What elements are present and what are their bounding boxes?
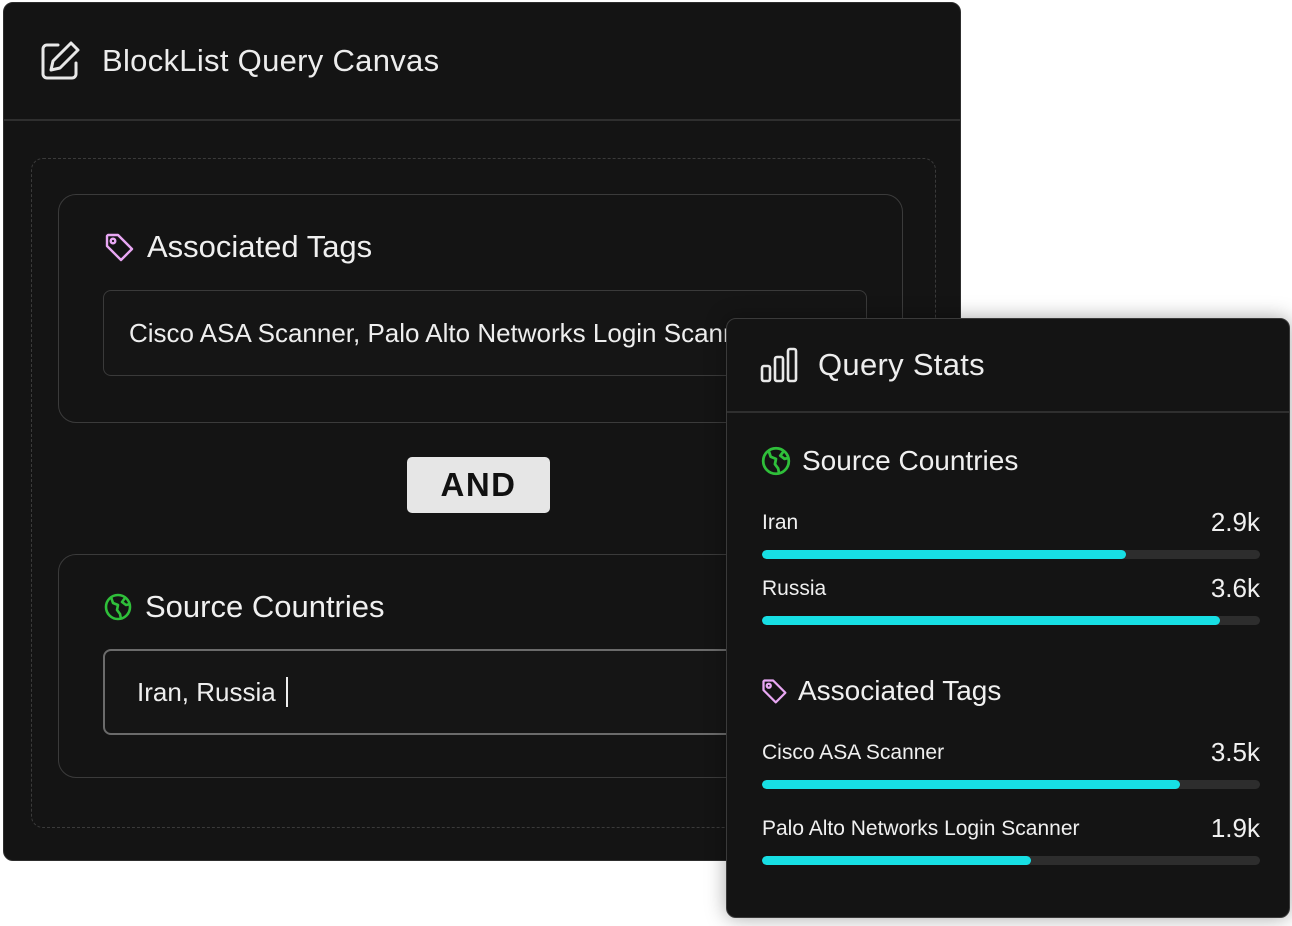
- stat-value: 1.9k: [1210, 813, 1260, 843]
- and-operator-badge[interactable]: AND: [407, 457, 550, 513]
- stat-label: Iran: [762, 511, 799, 534]
- stat-bar-track: [762, 856, 1260, 865]
- stat-label: Palo Alto Networks Login Scanner: [762, 817, 1080, 840]
- stat-bar-fill: [762, 550, 1126, 559]
- stat-label: Cisco ASA Scanner: [762, 741, 945, 764]
- stat-bar-track: [762, 550, 1260, 559]
- canvas-title: BlockList Query Canvas: [102, 43, 440, 78]
- stat-bar-track: [762, 780, 1260, 789]
- stat-bar-fill: [762, 856, 1031, 865]
- tags-group-label: Associated Tags: [147, 229, 373, 264]
- tag-icon: [103, 231, 135, 263]
- globe-icon: [760, 445, 792, 477]
- stat-label: Russia: [762, 577, 827, 600]
- query-stats-panel: Query Stats Source Countries Iran 2.9k R…: [726, 318, 1290, 918]
- globe-icon: [103, 592, 133, 622]
- stats-countries-title: Source Countries: [760, 445, 1018, 477]
- stats-tags-title: Associated Tags: [760, 675, 1001, 707]
- tag-icon: [760, 677, 788, 705]
- canvas-header: BlockList Query Canvas: [4, 3, 960, 121]
- countries-group-label: Source Countries: [145, 589, 385, 624]
- countries-group-title: Source Countries: [103, 589, 385, 625]
- text-caret: [285, 677, 288, 707]
- stats-tags-label: Associated Tags: [798, 675, 1002, 706]
- stat-value: 3.5k: [1210, 737, 1260, 767]
- stat-bar-fill: [762, 780, 1181, 789]
- edit-icon[interactable]: [38, 39, 82, 83]
- tags-input-value: Cisco ASA Scanner, Palo Alto Networks Lo…: [129, 317, 761, 348]
- stats-countries-label: Source Countries: [802, 445, 1019, 476]
- stat-bar-fill: [762, 616, 1221, 625]
- stat-value: 2.9k: [1210, 507, 1260, 537]
- tags-group-title: Associated Tags: [103, 229, 372, 265]
- stats-header: Query Stats: [727, 319, 1289, 413]
- countries-input-value: Iran, Russia: [137, 676, 276, 707]
- stats-title: Query Stats: [818, 347, 985, 382]
- bar-chart-icon: [760, 347, 798, 383]
- stat-value: 3.6k: [1210, 573, 1260, 603]
- stat-bar-track: [762, 616, 1260, 625]
